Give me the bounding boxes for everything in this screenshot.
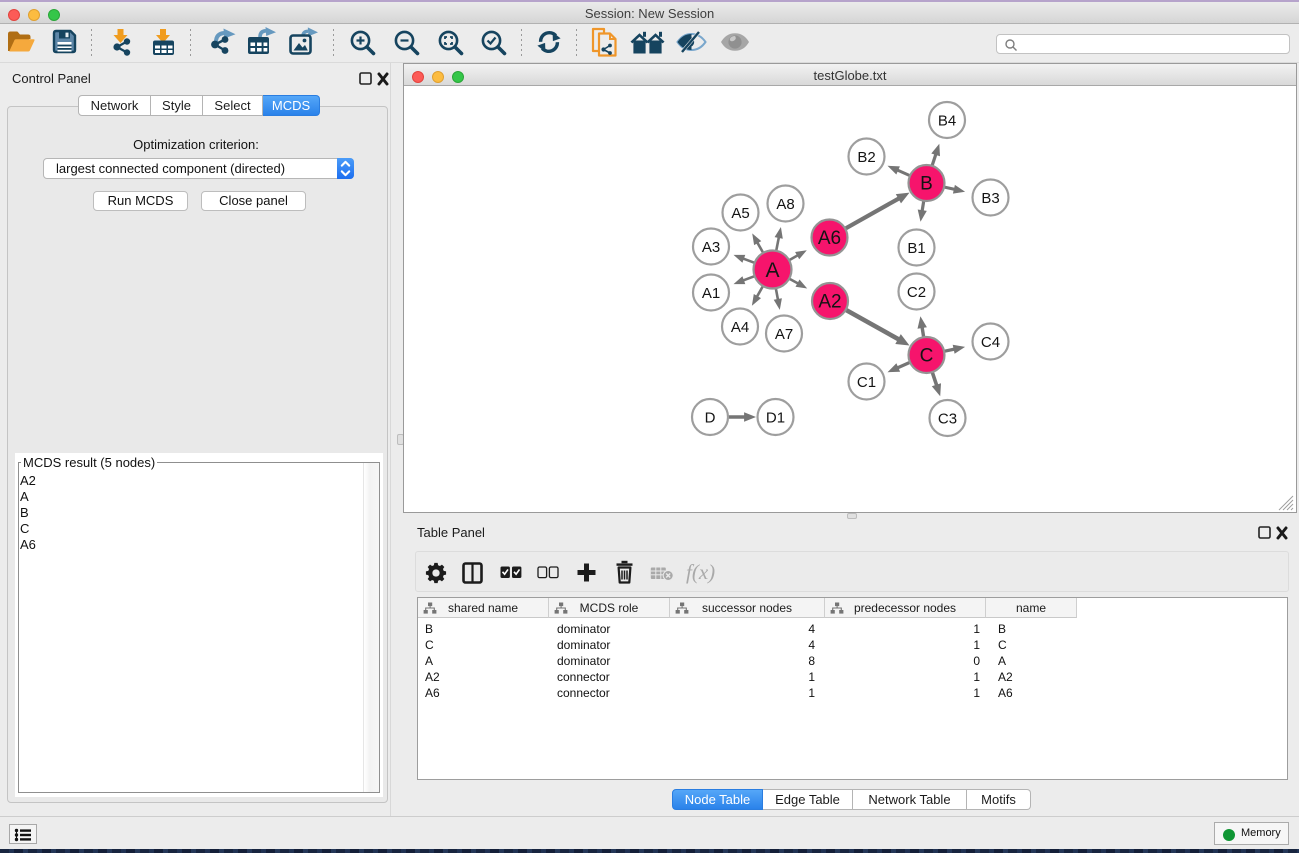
- svg-text:C: C: [920, 346, 934, 367]
- svg-text:B4: B4: [938, 112, 956, 129]
- svg-text:C2: C2: [907, 284, 926, 301]
- svg-text:A8: A8: [776, 196, 794, 213]
- svg-text:B: B: [920, 174, 933, 195]
- svg-text:A6: A6: [818, 228, 841, 249]
- svg-text:A1: A1: [702, 285, 720, 302]
- svg-text:B3: B3: [981, 190, 999, 207]
- svg-text:A: A: [765, 259, 779, 282]
- svg-text:A3: A3: [702, 239, 720, 256]
- svg-text:A7: A7: [775, 326, 793, 343]
- svg-text:C3: C3: [938, 410, 957, 427]
- svg-text:A4: A4: [731, 319, 749, 336]
- svg-text:B1: B1: [907, 240, 925, 257]
- svg-text:D1: D1: [766, 409, 785, 426]
- svg-text:B2: B2: [857, 149, 875, 166]
- svg-text:D: D: [705, 409, 716, 426]
- svg-text:A2: A2: [818, 292, 841, 313]
- svg-text:C1: C1: [857, 374, 876, 391]
- svg-text:A5: A5: [731, 205, 749, 222]
- svg-text:C4: C4: [981, 334, 1000, 351]
